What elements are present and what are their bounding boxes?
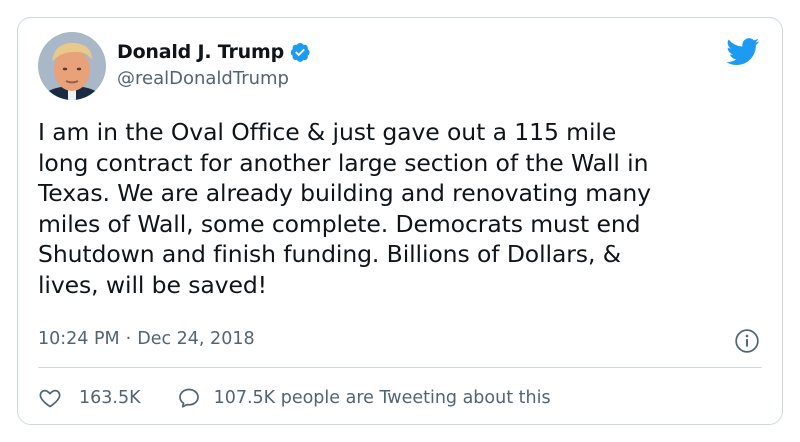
tweet-time[interactable]: 10:24 PM: [38, 329, 120, 349]
meta-separator: ·: [125, 329, 132, 349]
tweet-card[interactable]: Donald J. Trump @realDonaldTrump I am in…: [17, 17, 783, 425]
reply-bubble-icon: [178, 388, 199, 408]
divider: [38, 367, 762, 368]
heart-icon: [39, 389, 61, 408]
tweet-timestamp[interactable]: 10:24 PM · Dec 24, 2018: [38, 329, 255, 349]
conversation-text: 107.5K people are Tweeting about this: [213, 388, 551, 408]
conversation-button[interactable]: 107.5K people are Tweeting about this: [177, 386, 551, 410]
avatar[interactable]: [38, 32, 106, 100]
like-count: 163.5K: [79, 388, 141, 408]
twitter-bird-icon[interactable]: [726, 38, 760, 66]
display-name[interactable]: Donald J. Trump: [117, 41, 284, 63]
tweet-text: I am in the Oval Office & just gave out …: [38, 118, 651, 299]
info-icon[interactable]: [734, 328, 760, 354]
user-name-row: Donald J. Trump: [117, 41, 311, 63]
tweet-date[interactable]: Dec 24, 2018: [137, 329, 254, 349]
like-button[interactable]: 163.5K: [38, 386, 141, 410]
action-bar: 163.5K 107.5K people are Tweeting about …: [38, 384, 551, 412]
profile-photo-icon: [38, 32, 106, 100]
verified-badge-icon: [289, 41, 311, 63]
user-handle[interactable]: @realDonaldTrump: [117, 68, 289, 89]
